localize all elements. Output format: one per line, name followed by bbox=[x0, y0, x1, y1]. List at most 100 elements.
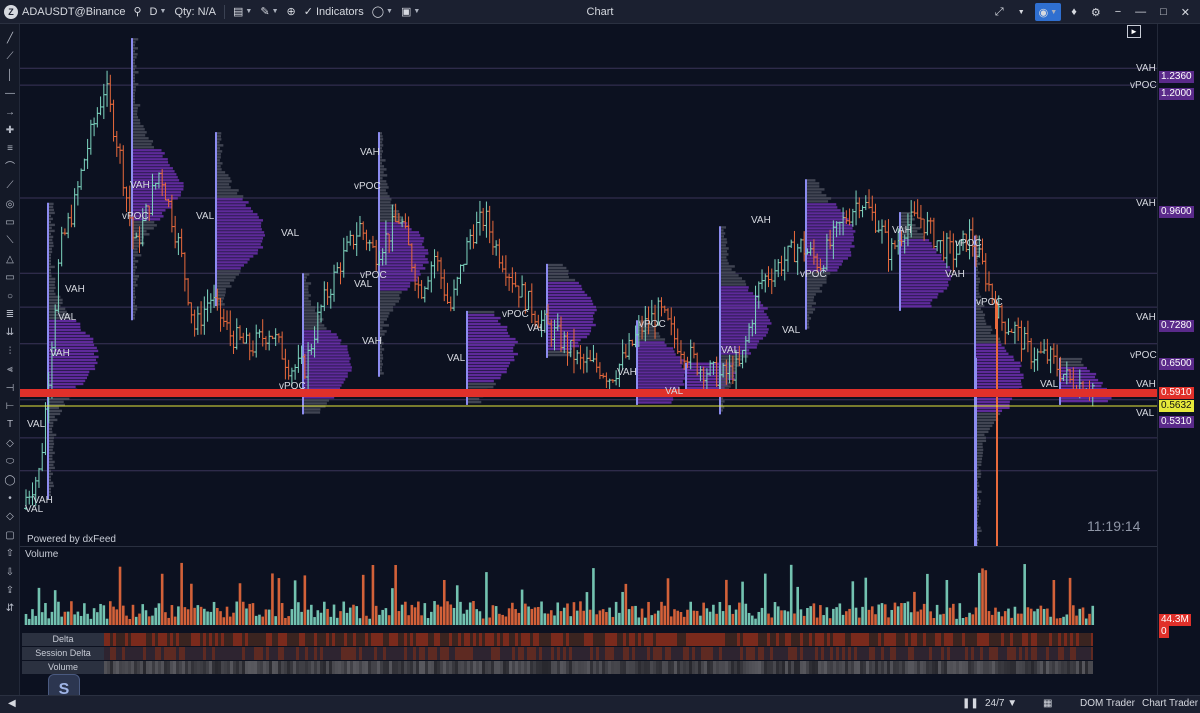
strip-cell bbox=[551, 633, 554, 646]
dom-trader-button[interactable]: DOM Trader bbox=[1080, 698, 1135, 709]
templates-icon[interactable]: ◯ ▼ bbox=[368, 0, 397, 24]
scroll-handle-icon[interactable]: ❚❚ bbox=[962, 698, 979, 709]
pin-icon[interactable]: − bbox=[1111, 0, 1125, 24]
settings-gear-icon[interactable]: ⚙ bbox=[1087, 0, 1105, 24]
price-chart[interactable] bbox=[20, 24, 1157, 546]
strip-cell bbox=[446, 633, 449, 646]
arrow-icon[interactable]: → bbox=[3, 106, 17, 120]
volume-bar bbox=[754, 618, 757, 625]
dot-icon[interactable]: • bbox=[3, 492, 17, 506]
volume-bar bbox=[974, 607, 978, 625]
volume-bar bbox=[154, 607, 157, 625]
close-icon[interactable]: ✕ bbox=[1177, 0, 1194, 24]
curve-icon[interactable]: ⌒ bbox=[3, 161, 17, 175]
tag-icon[interactable]: ◇ bbox=[3, 437, 17, 451]
strip-cell bbox=[353, 633, 356, 646]
strip-cell bbox=[464, 633, 467, 646]
strip-cell bbox=[422, 647, 425, 660]
ray-icon[interactable]: ⟋ bbox=[3, 50, 17, 64]
maximize-icon[interactable]: □ bbox=[1156, 0, 1171, 24]
symbol-selector[interactable]: ADAUSDT@Binance bbox=[18, 0, 129, 24]
profile-bar bbox=[380, 174, 388, 177]
strip-cell bbox=[1010, 647, 1013, 660]
volume-pane[interactable] bbox=[20, 546, 1157, 628]
pitchfork-icon[interactable]: ⟋ bbox=[3, 179, 17, 193]
session-selector[interactable]: 24/7 ▼ bbox=[985, 698, 1017, 709]
fib-icon[interactable]: ≡ bbox=[3, 142, 17, 156]
strip-cell bbox=[602, 647, 605, 660]
short-icon[interactable]: ⇵ bbox=[3, 602, 17, 616]
strip-cell bbox=[179, 633, 182, 646]
strip-cell bbox=[188, 661, 191, 674]
profile-bar bbox=[901, 254, 942, 257]
link-dropdown-icon[interactable]: ▼ bbox=[1014, 0, 1029, 24]
label-icon[interactable]: ⬭ bbox=[3, 455, 17, 469]
profile-bar bbox=[638, 398, 674, 401]
strip-cell bbox=[941, 661, 944, 674]
circle-tool-icon[interactable]: ◎ bbox=[3, 198, 17, 212]
calendar-icon[interactable]: ▦ bbox=[1043, 698, 1052, 709]
long-icon[interactable]: ⇪ bbox=[3, 584, 17, 598]
interval-selector[interactable]: D ▼ bbox=[146, 0, 171, 24]
volume-bar bbox=[1016, 613, 1020, 625]
arrow-up-icon[interactable]: ⇧ bbox=[3, 547, 17, 561]
profile-bar bbox=[133, 113, 138, 116]
strip-cell bbox=[623, 647, 626, 660]
signals-icon[interactable]: ⫷ bbox=[3, 363, 17, 377]
ruler-icon[interactable]: ⟍ bbox=[3, 234, 17, 248]
qty-field[interactable]: Qty: N/A bbox=[170, 0, 220, 24]
lines-icon[interactable]: ≣ bbox=[3, 308, 17, 322]
marker-icon[interactable]: ◇ bbox=[3, 510, 17, 524]
strip-cell bbox=[779, 633, 782, 646]
exit-icon[interactable]: ► bbox=[1127, 25, 1141, 38]
layout-icon[interactable]: ▣ ▼ bbox=[397, 0, 424, 24]
horizontal-line-icon[interactable]: ― bbox=[3, 87, 17, 101]
chart-canvas[interactable] bbox=[20, 24, 1157, 546]
alert-icon[interactable]: ♦ bbox=[1067, 0, 1081, 24]
price-axis-tag: 0.6500 bbox=[1159, 358, 1194, 370]
strip-cell bbox=[1088, 633, 1091, 646]
strip-cell bbox=[344, 647, 347, 660]
screenshot-button[interactable]: ◉ ▼ bbox=[1034, 3, 1062, 21]
drawing-tool-button[interactable]: ✎ ▼ bbox=[256, 0, 282, 24]
bars-icon[interactable]: ⫶ bbox=[3, 345, 17, 359]
rectangle-icon[interactable]: ▭ bbox=[3, 216, 17, 230]
square-icon[interactable]: ▢ bbox=[3, 529, 17, 543]
volume-bar bbox=[478, 611, 482, 625]
trendline-icon[interactable]: ╱ bbox=[3, 32, 17, 46]
volume-bar bbox=[219, 611, 222, 625]
volume-bar bbox=[543, 613, 547, 625]
link-icon[interactable]: ⤢ bbox=[991, 0, 1008, 24]
strip-cell bbox=[194, 647, 197, 660]
profile-label: VAL bbox=[721, 345, 740, 356]
zoom-icon[interactable]: ⊕ bbox=[283, 0, 300, 24]
box-icon[interactable]: ▭ bbox=[3, 271, 17, 285]
profile-bar bbox=[217, 237, 264, 240]
text-icon[interactable]: T bbox=[3, 418, 17, 432]
profile-bar bbox=[976, 385, 1023, 389]
volume-bar bbox=[436, 604, 440, 625]
strip-cell bbox=[476, 661, 479, 674]
vertical-line-icon[interactable]: │ bbox=[3, 69, 17, 83]
scroll-left-icon[interactable]: ◀ bbox=[8, 698, 16, 709]
minimize-icon[interactable]: — bbox=[1131, 0, 1150, 24]
strip-cell bbox=[278, 661, 281, 674]
chart-type-button[interactable]: ▤ ▼ bbox=[229, 0, 256, 24]
strip-cell bbox=[356, 661, 359, 674]
range-icon[interactable]: ⊣ bbox=[3, 382, 17, 396]
strip-cell bbox=[290, 661, 293, 674]
arrow-down-icon[interactable]: ⇩ bbox=[3, 566, 17, 580]
symbol-search-icon[interactable]: ⚲ bbox=[129, 0, 145, 24]
ellipse-icon[interactable]: ○ bbox=[3, 290, 17, 304]
strip-cell bbox=[857, 633, 860, 646]
volume-profile-icon[interactable]: ⇊ bbox=[3, 326, 17, 340]
strip-cell bbox=[887, 661, 890, 674]
shape-icon[interactable]: ◯ bbox=[3, 474, 17, 488]
profile-bar bbox=[217, 177, 231, 180]
crosshair-icon[interactable]: ✚ bbox=[3, 124, 17, 138]
strip-cell bbox=[905, 633, 908, 646]
measure-icon[interactable]: ⊢ bbox=[3, 400, 17, 414]
indicators-button[interactable]: ✓ Indicators bbox=[300, 0, 368, 24]
triangle-icon[interactable]: △ bbox=[3, 253, 17, 267]
chart-trader-button[interactable]: Chart Trader bbox=[1142, 698, 1198, 709]
